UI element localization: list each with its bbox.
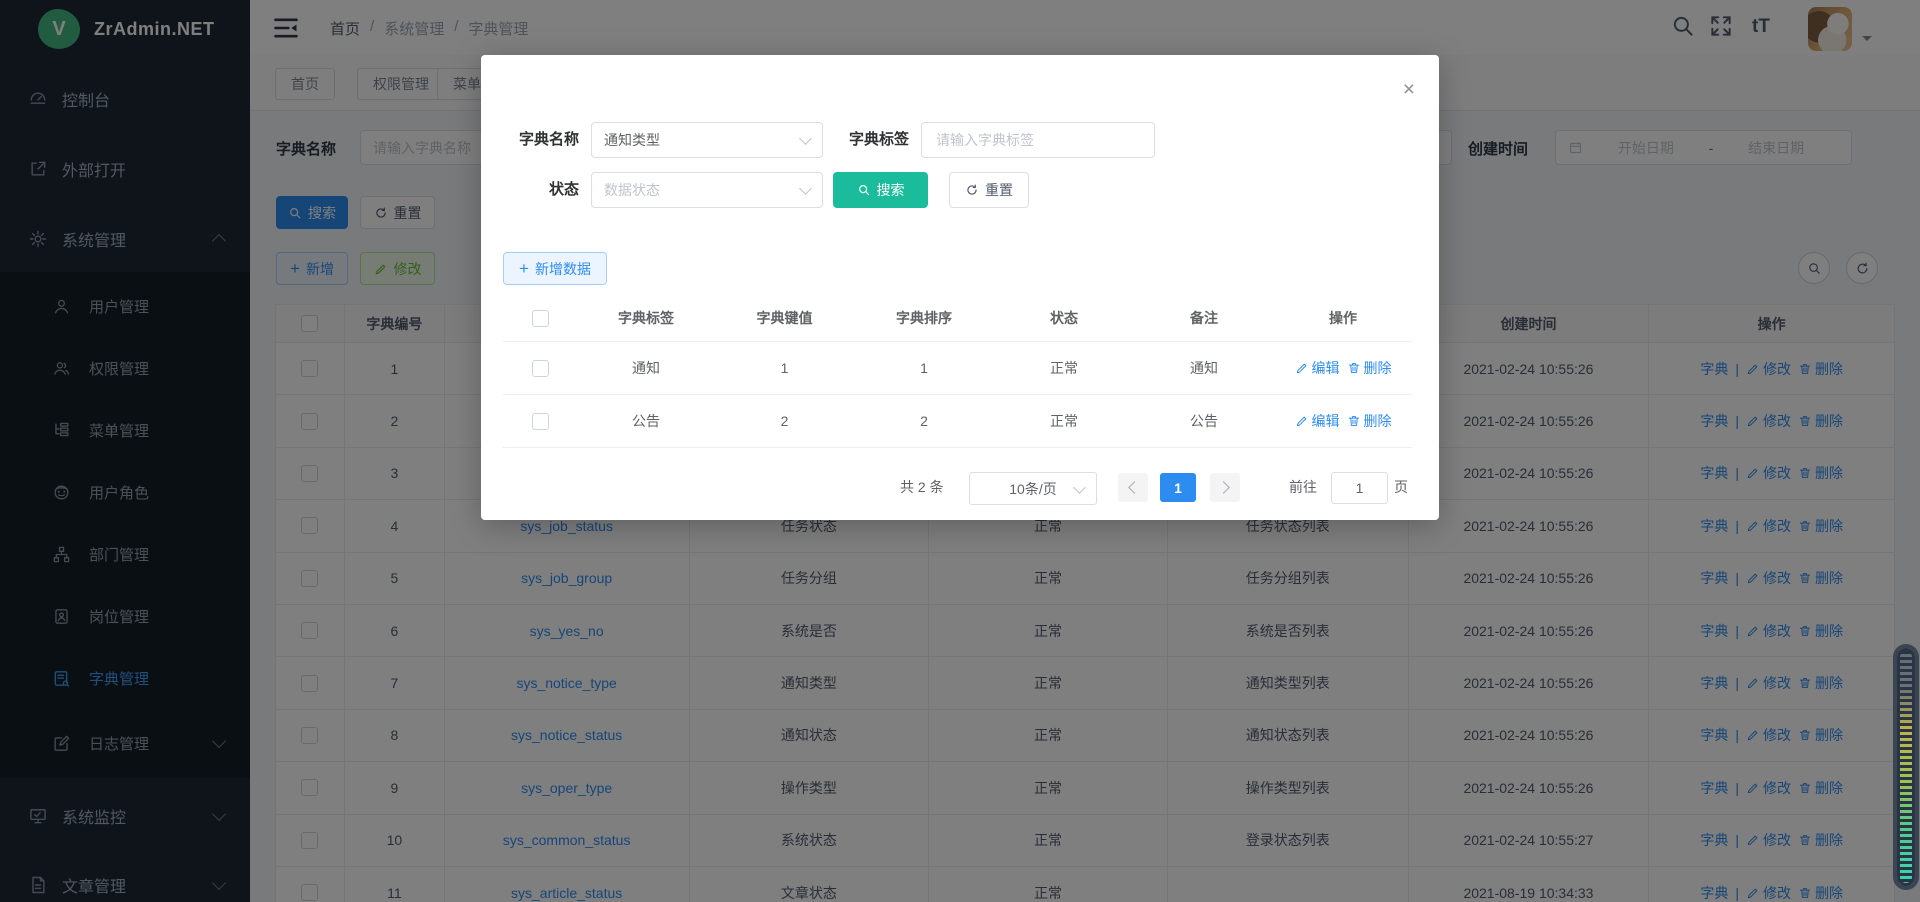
modal-pagination: 共 2 条 10条/页 1 前往 1 页 [481, 469, 1439, 505]
ops-cell: 编辑删除 [1274, 358, 1412, 378]
header-dict-label: 字典标签 [577, 308, 715, 328]
select-placeholder: 数据状态 [604, 180, 660, 200]
modal-dict-name-label: 字典名称 [491, 122, 579, 158]
close-icon[interactable]: × [1403, 79, 1415, 100]
prev-page-button[interactable] [1118, 473, 1148, 502]
modal-reset-label: 重置 [985, 180, 1013, 200]
row-ops: 编辑删除 [1295, 411, 1392, 431]
pencil-icon [1295, 414, 1309, 428]
goto-label: 前往 [1289, 477, 1317, 497]
modal-table-row: 公告22正常公告编辑删除 [503, 395, 1412, 448]
plus-icon: + [519, 260, 529, 277]
search-icon [857, 183, 871, 197]
modal-table-row: 通知11正常通知编辑删除 [503, 342, 1412, 395]
remark-cell: 公告 [1134, 411, 1274, 431]
current-page-button[interactable]: 1 [1160, 473, 1196, 502]
row-delete-link[interactable]: 删除 [1347, 358, 1392, 378]
chevron-down-icon [799, 132, 812, 145]
modal-search-label: 搜索 [877, 180, 905, 200]
modal-add-data-button[interactable]: + 新增数据 [503, 252, 607, 285]
modal-table-header-row: 字典标签 字典键值 字典排序 状态 备注 操作 [503, 295, 1412, 342]
row-delete-link[interactable]: 删除 [1347, 411, 1392, 431]
modal-add-data-label: 新增数据 [535, 259, 591, 279]
chevron-down-icon [1073, 481, 1086, 494]
row-ops: 编辑删除 [1295, 358, 1392, 378]
dict-label-cell: 通知 [577, 358, 715, 378]
row-edit-link[interactable]: 编辑 [1295, 358, 1340, 378]
selected-value: 通知类型 [604, 130, 660, 150]
chevron-down-icon [799, 182, 812, 195]
pagination-total: 共 2 条 [900, 477, 944, 497]
dict-data-modal: × 字典名称 通知类型 字典标签 状态 数据状态 搜索 重置 + 新增数据 [481, 55, 1439, 520]
modal-status-label: 状态 [491, 172, 579, 208]
page-size-select[interactable]: 10条/页 [969, 472, 1097, 505]
pencil-icon [1295, 361, 1309, 375]
select-all-checkbox[interactable] [532, 310, 549, 327]
row-checkbox-cell [503, 413, 577, 430]
row-checkbox[interactable] [532, 413, 549, 430]
row-checkbox[interactable] [532, 360, 549, 377]
dict-label-cell: 公告 [577, 411, 715, 431]
goto-page-input[interactable]: 1 [1331, 472, 1388, 504]
modal-search-button[interactable]: 搜索 [833, 172, 928, 208]
remark-cell: 通知 [1134, 358, 1274, 378]
header-remark: 备注 [1134, 308, 1274, 328]
refresh-icon [965, 183, 979, 197]
dict-value-cell: 2 [715, 413, 854, 429]
trash-icon [1347, 361, 1361, 375]
header-dict-sort: 字典排序 [854, 308, 994, 328]
ops-cell: 编辑删除 [1274, 411, 1412, 431]
modal-dict-data-table: 字典标签 字典键值 字典排序 状态 备注 操作 通知11正常通知编辑删除公告22… [503, 295, 1412, 448]
next-page-button[interactable] [1210, 473, 1240, 502]
header-dict-value: 字典键值 [715, 308, 854, 328]
status-cell: 正常 [994, 358, 1134, 378]
app-root: V ZrAdmin.NET 控制台 外部打开 系统管理 用户管理 [0, 0, 1920, 902]
modal-status-select[interactable]: 数据状态 [591, 172, 823, 208]
row-edit-link[interactable]: 编辑 [1295, 411, 1340, 431]
page-size-value: 10条/页 [1009, 479, 1056, 499]
dict-value-cell: 1 [715, 360, 854, 376]
header-checkbox-cell [503, 310, 577, 327]
status-cell: 正常 [994, 411, 1134, 431]
page-scrollbar[interactable] [1897, 648, 1915, 886]
dict-sort-cell: 1 [854, 360, 994, 376]
modal-table-body: 通知11正常通知编辑删除公告22正常公告编辑删除 [503, 342, 1412, 448]
modal-dict-name-select[interactable]: 通知类型 [591, 122, 823, 158]
header-ops: 操作 [1274, 308, 1412, 328]
trash-icon [1347, 414, 1361, 428]
header-status: 状态 [994, 308, 1134, 328]
modal-reset-button[interactable]: 重置 [949, 172, 1029, 208]
row-checkbox-cell [503, 360, 577, 377]
modal-dict-label-label: 字典标签 [821, 122, 909, 158]
dict-label-text-input[interactable] [934, 131, 1142, 149]
dict-sort-cell: 2 [854, 413, 994, 429]
page-unit-label: 页 [1394, 477, 1408, 497]
modal-dict-label-input[interactable] [921, 122, 1155, 158]
